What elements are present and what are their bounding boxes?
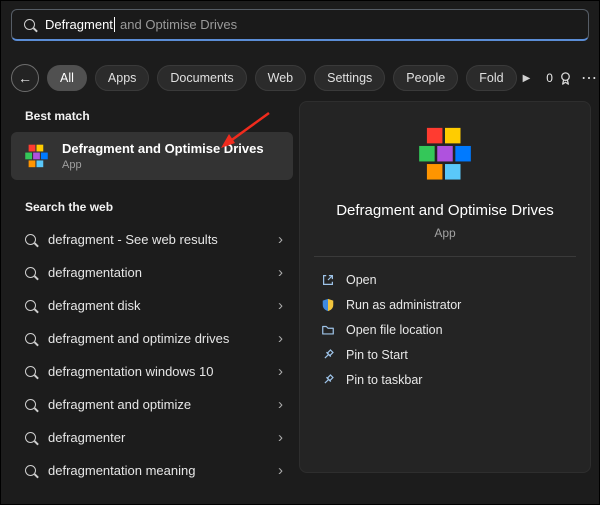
web-suggestion-row[interactable]: defragment - See web results › <box>11 223 293 256</box>
chevron-right-icon[interactable]: › <box>278 430 283 445</box>
action-open[interactable]: Open <box>300 267 590 292</box>
rewards-count: 0 <box>546 71 553 85</box>
open-icon <box>320 272 335 287</box>
best-match-label: Best match <box>25 109 293 123</box>
preview-divider <box>314 256 576 257</box>
search-icon <box>25 300 36 311</box>
best-match-title: Defragment and Optimise Drives <box>62 141 264 157</box>
tab-all[interactable]: All <box>47 65 87 91</box>
pin-icon <box>320 372 335 387</box>
web-suggestion-row[interactable]: defragmenter › <box>11 421 293 454</box>
search-icon <box>25 333 36 344</box>
preview-subtitle: App <box>300 226 590 240</box>
chevron-right-icon[interactable]: › <box>278 298 283 313</box>
tabs-overflow-button[interactable]: ▶ <box>523 73 531 84</box>
chevron-right-icon[interactable]: › <box>278 232 283 247</box>
tab-apps[interactable]: Apps <box>95 65 150 91</box>
search-icon <box>25 399 36 410</box>
web-suggestion-text: defragmentation windows 10 <box>48 364 266 379</box>
search-icon <box>25 366 36 377</box>
best-match-text: Defragment and Optimise Drives App <box>62 141 264 171</box>
search-typed-text: Defragment <box>45 17 113 32</box>
web-suggestion-text: defragmentation meaning <box>48 463 266 478</box>
search-icon <box>24 19 35 30</box>
web-suggestion-text: defragment and optimize drives <box>48 331 266 346</box>
back-button[interactable]: ← <box>11 64 39 92</box>
windows-search-flyout: Defragment and Optimise Drives ← All App… <box>0 0 600 505</box>
filter-tabs-row: ← All Apps Documents Web Settings People… <box>11 63 589 93</box>
chevron-right-icon[interactable]: › <box>278 463 283 478</box>
action-pin-to-taskbar[interactable]: Pin to taskbar <box>300 367 590 392</box>
search-icon <box>25 465 36 476</box>
tab-settings[interactable]: Settings <box>314 65 385 91</box>
search-icon <box>25 267 36 278</box>
folder-icon <box>320 322 335 337</box>
web-suggestion-row[interactable]: defragment and optimize drives › <box>11 322 293 355</box>
rewards-button[interactable]: 0 <box>546 71 573 86</box>
defrag-app-icon <box>23 143 50 170</box>
best-match-result[interactable]: Defragment and Optimise Drives App <box>11 132 293 180</box>
web-suggestion-row[interactable]: defragmentation windows 10 › <box>11 355 293 388</box>
chevron-right-icon[interactable]: › <box>278 397 283 412</box>
chevron-right-icon[interactable]: › <box>278 265 283 280</box>
web-suggestion-row[interactable]: defragmentation › <box>11 256 293 289</box>
web-suggestion-row[interactable]: defragment and optimize › <box>11 388 293 421</box>
action-label: Open file location <box>346 323 443 337</box>
action-label: Run as administrator <box>346 298 461 312</box>
chevron-right-icon[interactable]: › <box>278 364 283 379</box>
web-suggestion-text: defragment and optimize <box>48 397 266 412</box>
suggestion-term: defragment <box>48 232 114 247</box>
action-label: Open <box>346 273 377 287</box>
search-suggestion-text: and Optimise Drives <box>116 17 237 32</box>
web-suggestion-text: defragment disk <box>48 298 266 313</box>
preview-title: Defragment and Optimise Drives <box>300 202 590 219</box>
back-arrow-icon: ← <box>18 70 32 86</box>
search-icon <box>25 234 36 245</box>
search-text: Defragment and Optimise Drives <box>45 16 237 34</box>
web-suggestion-text: defragmenter <box>48 430 266 445</box>
tab-people[interactable]: People <box>393 65 458 91</box>
chevron-right-icon[interactable]: › <box>278 331 283 346</box>
action-label: Pin to Start <box>346 348 408 362</box>
search-web-label: Search the web <box>25 200 293 214</box>
web-suggestion-row[interactable]: defragment disk › <box>11 289 293 322</box>
web-suggestion-text: defragmentation <box>48 265 266 280</box>
web-suggestion-text: defragment - See web results <box>48 232 266 247</box>
action-run-as-administrator[interactable]: Run as administrator <box>300 292 590 317</box>
search-icon <box>25 432 36 443</box>
best-match-subtitle: App <box>62 159 264 171</box>
web-suggestion-row[interactable]: defragmentation meaning › <box>11 454 293 487</box>
search-input[interactable]: Defragment and Optimise Drives <box>11 9 589 41</box>
action-pin-to-start[interactable]: Pin to Start <box>300 342 590 367</box>
tab-folders[interactable]: Fold <box>466 65 516 91</box>
results-column: Best match Defragment and Optimise Drive… <box>11 101 293 487</box>
rewards-icon <box>558 71 573 86</box>
tab-web[interactable]: Web <box>255 65 306 91</box>
defrag-app-icon-large <box>414 124 476 186</box>
suggestion-suffix: - See web results <box>114 232 218 247</box>
preview-panel: Defragment and Optimise Drives App Open … <box>299 101 591 473</box>
pin-icon <box>320 347 335 362</box>
more-options-button[interactable]: ⋯ <box>581 68 598 88</box>
tab-documents[interactable]: Documents <box>157 65 246 91</box>
admin-shield-icon <box>320 297 335 312</box>
action-open-file-location[interactable]: Open file location <box>300 317 590 342</box>
action-label: Pin to taskbar <box>346 373 422 387</box>
